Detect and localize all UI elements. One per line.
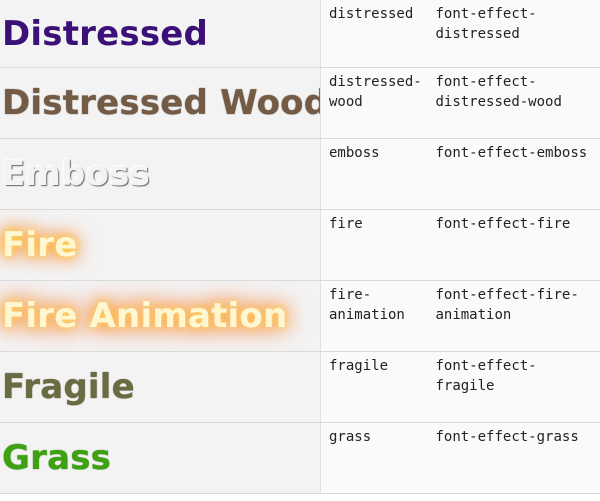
effect-sample: Fire: [2, 225, 78, 265]
effect-class: font-effect-fire- animation: [435, 287, 579, 323]
effect-sample: Distressed Wood: [2, 83, 320, 123]
table-row: Distressed Wood distressed- wood font-ef…: [0, 68, 600, 139]
effect-code-cell: emboss font-effect-emboss: [320, 139, 600, 209]
effect-code-cell: distressed font-effect- distressed: [320, 0, 600, 67]
table-row: Fragile fragile font-effect- fragile: [0, 352, 600, 423]
effect-class: font-effect-fire: [435, 216, 571, 232]
effect-name: fire- animation: [329, 287, 405, 323]
effect-sample: Grass: [2, 438, 112, 478]
effect-class: font-effect-emboss: [435, 145, 588, 161]
effect-sample: Distressed: [2, 13, 209, 54]
effect-code-cell: fragile font-effect- fragile: [320, 352, 600, 422]
effect-code-cell: fire font-effect-fire: [320, 210, 600, 280]
font-effects-table: Distressed distressed font-effect- distr…: [0, 0, 600, 494]
effect-name: distressed- wood: [329, 74, 422, 110]
effect-sample: Fire Animation: [2, 296, 288, 336]
effect-name: fire: [329, 216, 363, 232]
effect-class: font-effect- distressed-wood: [435, 74, 562, 110]
effect-sample-cell: Distressed: [0, 0, 320, 67]
effect-code-cell: grass font-effect-grass: [320, 423, 600, 493]
table-row: Fire fire font-effect-fire: [0, 210, 600, 281]
effect-sample-cell: Fire: [0, 210, 320, 280]
effect-sample-cell: Distressed Wood: [0, 68, 320, 138]
effect-name: emboss: [329, 145, 380, 161]
table-row: Emboss emboss font-effect-emboss: [0, 139, 600, 210]
effect-sample-cell: Fire Animation: [0, 281, 320, 351]
effect-sample: Emboss: [2, 154, 151, 194]
effect-name: distressed: [329, 6, 414, 22]
table-row: Distressed distressed font-effect- distr…: [0, 0, 600, 68]
effect-sample: Fragile: [2, 367, 135, 407]
table-row: Grass grass font-effect-grass: [0, 423, 600, 494]
effect-sample-cell: Grass: [0, 423, 320, 493]
effect-code-cell: distressed- wood font-effect- distressed…: [320, 68, 600, 138]
effect-name: fragile: [329, 358, 389, 374]
effect-class: font-effect- fragile: [435, 358, 537, 394]
effect-code-cell: fire- animation font-effect-fire- animat…: [320, 281, 600, 351]
effect-name: grass: [329, 429, 372, 445]
effect-class: font-effect-grass: [435, 429, 579, 445]
table-row: Fire Animation fire- animation font-effe…: [0, 281, 600, 352]
effect-sample-cell: Emboss: [0, 139, 320, 209]
effect-class: font-effect- distressed: [435, 6, 537, 42]
effect-sample-cell: Fragile: [0, 352, 320, 422]
